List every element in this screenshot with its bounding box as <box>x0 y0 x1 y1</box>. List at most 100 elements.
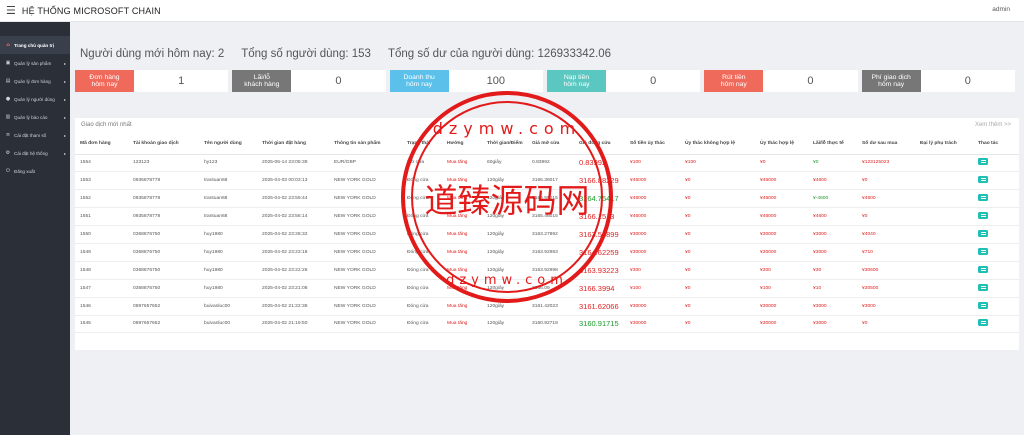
table-cell: 2025-04-02 21:19:50 <box>257 315 329 334</box>
sidebar-item-4[interactable]: ▥ Quản lý báo cáo ▸ <box>0 108 70 126</box>
sidebar-item-3[interactable]: ● Quản lý người dùng ▸ <box>0 90 70 108</box>
view-order-button[interactable] <box>978 319 988 327</box>
table-cell: Đóng cửa <box>402 225 442 244</box>
table-cell: 120giây <box>482 207 527 227</box>
summary-card-label: Rút tiền hôm nay <box>704 70 764 92</box>
table-row: 1547 0368876750 huy1980 2025-04-02 23:21:08… <box>75 279 1019 298</box>
sidebar-item-2[interactable]: ▤ Quản lý đơn hàng ▸ <box>0 72 70 90</box>
table-cell <box>915 243 973 262</box>
sidebar-item-5[interactable]: ≡ Cài đặt tham số ▸ <box>0 126 70 144</box>
view-order-button[interactable] <box>978 176 988 184</box>
table-cell: ¥4040 <box>857 225 915 244</box>
view-order-button[interactable] <box>978 247 988 255</box>
table-cell: Mua tăng <box>442 297 482 316</box>
table-row: 1549 0368876750 huy1980 2025-04-02 23:23:18… <box>75 243 1019 262</box>
table-cell: ¥300 <box>625 261 680 280</box>
menu-icon[interactable]: ☰ <box>6 4 16 17</box>
summary-card[interactable]: Rút tiền hôm nay 0 <box>704 70 858 92</box>
sidebar-item-1[interactable]: ▣ Quản lý sản phẩm ▸ <box>0 54 70 72</box>
table-cell: 0935878778 <box>128 207 199 227</box>
table-cell: Mua tăng <box>442 171 482 191</box>
sidebar-item-label: Cài đặt tham số <box>14 132 47 138</box>
table-cell: 1545 <box>75 315 128 334</box>
table-row: 1548 0368876750 huy1980 2025-04-02 23:22:26… <box>75 261 1019 280</box>
summary-card[interactable]: Doanh thu hôm nay 100 <box>389 70 543 92</box>
table-cell: Đóng cửa <box>402 189 442 209</box>
table-cell: ¥0 <box>808 154 857 173</box>
table-cell: 0.83992 <box>574 154 625 173</box>
table-cell: ¥30000 <box>625 297 680 316</box>
admin-user-menu[interactable]: admin <box>992 6 1010 13</box>
summary-card[interactable]: Đơn hàng hôm nay 1 <box>75 70 229 92</box>
table-cell: 2025-04-02 23:22:26 <box>257 261 329 280</box>
view-order-button[interactable] <box>978 265 988 273</box>
table-cell: 123123 <box>128 154 199 173</box>
view-order-button[interactable] <box>978 230 988 237</box>
table-cell: ¥0 <box>857 315 915 334</box>
summary-card-label: Đơn hàng hôm nay <box>75 70 134 92</box>
recent-orders-panel: Giao dịch mới nhất Xem thêm >> Mã đơn hà… <box>75 118 1019 350</box>
table-cell: 1551 <box>75 207 128 227</box>
sidebar-item-6[interactable]: ⚙ Cài đặt hệ thống ▸ <box>0 144 70 162</box>
table-cell: 3166.36017 <box>527 171 574 191</box>
column-header: Thời gian/Điểm <box>482 134 527 155</box>
view-order-button[interactable] <box>978 194 988 202</box>
sidebar-item-0[interactable]: ⌂ Trang chủ quản trị <box>0 36 70 54</box>
table-cell: ¥0 <box>857 171 915 191</box>
view-order-button[interactable] <box>978 301 988 309</box>
table-cell: ¥0 <box>680 207 755 227</box>
table-cell: 3166.3994 <box>574 279 625 298</box>
table-cell: ¥100 <box>625 154 680 173</box>
table-cell: hy123 <box>199 154 257 173</box>
table-cell: huy1980 <box>199 225 257 244</box>
table-cell: ¥100 <box>755 279 808 298</box>
summary-card[interactable]: Phí giao dịch hôm nay 0 <box>861 70 1015 92</box>
summary-card-value: 0 <box>964 75 971 87</box>
table-row: 1546 0897657652 buivanluc00 2025-04-02 21:2… <box>75 297 1019 316</box>
view-order-button[interactable] <box>978 158 988 166</box>
table-cell: 3163.92998 <box>527 261 574 280</box>
table-cell <box>915 261 973 280</box>
table-cell: NEW YORK GOLD <box>329 171 402 191</box>
action-cell <box>973 261 1019 280</box>
table-cell: ¥46000 <box>755 171 808 191</box>
table-cell: ¥3000 <box>857 297 915 316</box>
action-cell <box>973 315 1019 334</box>
table-cell: 3160.92718 <box>527 315 574 334</box>
table-cell: 3160.91715 <box>574 315 625 334</box>
table-header-row: Mã đơn hàng Tài khoản giao dịch Tên người … <box>75 134 1019 155</box>
table-cell: ¥0 <box>680 315 755 334</box>
table-cell: 0368876750 <box>128 225 199 244</box>
table-cell: 120giây <box>482 189 527 209</box>
summary-card[interactable]: Lãi/lỗ khách hàng 0 <box>232 70 386 92</box>
table-cell: 1552 <box>75 189 128 209</box>
action-cell <box>973 154 1019 173</box>
table-cell: 2025-04-03 00:03:13 <box>257 171 329 191</box>
stats-summary: Người dùng mới hôm nay: 2 Tổng số người … <box>80 48 625 60</box>
table-cell <box>915 315 973 334</box>
summary-card-label: Phí giao dịch hôm nay <box>861 70 921 92</box>
view-more-link[interactable]: Xem thêm >> <box>975 122 1011 128</box>
table-cell: ¥100 <box>625 279 680 298</box>
column-header: Ủy thác hợp lệ <box>755 134 808 155</box>
summary-card-label: Lãi/lỗ khách hàng <box>232 70 292 92</box>
column-header: Giá mở cửa <box>527 134 574 155</box>
table-cell: 0368876750 <box>128 261 199 280</box>
table-cell: 3166.88229 <box>574 171 625 191</box>
table-cell: ¥0 <box>680 279 755 298</box>
report-icon: ▥ <box>5 114 11 120</box>
sidebar-item-7[interactable]: ⏻ Đăng xuất <box>0 162 70 180</box>
table-cell: ¥30000 <box>755 315 808 334</box>
app-title: HỆ THỐNG MICROSOFT CHAIN <box>21 5 161 16</box>
table-cell: ¥3000 <box>808 315 857 334</box>
table-cell: ¥100 <box>680 154 755 173</box>
summary-card[interactable]: Nạp tiền hôm nay 0 <box>546 70 701 92</box>
table-cell: Mua tăng <box>442 279 482 298</box>
panel-title: Giao dịch mới nhất <box>81 122 132 128</box>
view-order-button[interactable] <box>978 212 988 220</box>
table-cell: ¥4600 <box>808 207 857 227</box>
column-header: Ủy thác không hợp lệ <box>680 134 755 155</box>
view-order-button[interactable] <box>978 283 988 291</box>
column-header: Giá đóng cửa <box>574 134 625 155</box>
table-cell: 3163.27892 <box>527 225 574 244</box>
